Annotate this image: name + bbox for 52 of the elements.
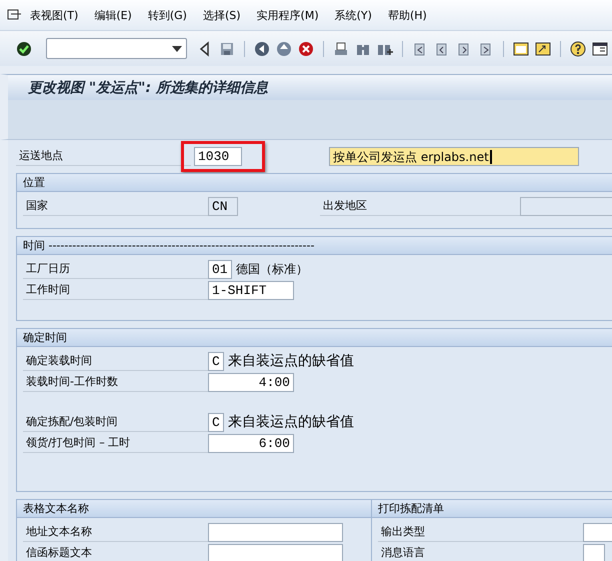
field-label: 装载时间-工作时数 — [23, 372, 208, 392]
group-title: 确定时间 — [17, 329, 612, 347]
description-field[interactable]: 按单公司发运点 erplabs.net — [329, 146, 579, 166]
menu-item[interactable]: 实用程序(M) — [248, 8, 327, 22]
group-title: 表格文本名称 — [17, 500, 371, 518]
menu-item[interactable]: 帮助(H) — [380, 8, 435, 22]
shortcut-icon[interactable] — [535, 40, 551, 56]
input-field[interactable]: 6:00 — [208, 434, 294, 452]
input-field[interactable]: 4:00 — [208, 372, 294, 392]
field-label: 确定装载时间 — [23, 352, 208, 370]
field-label: 输出类型 — [378, 522, 583, 542]
back-icon[interactable] — [254, 40, 270, 56]
menu-item[interactable]: 转到(G) — [140, 8, 195, 22]
layout-icon[interactable] — [592, 40, 608, 56]
input-field[interactable]: 1-SHIFT — [208, 280, 294, 300]
screen-title: 更改视图 "发运点": 所选集的详细信息 — [28, 78, 268, 96]
input-field[interactable]: 01 — [208, 260, 232, 278]
field-description: 来自装运点的缺省值 — [228, 352, 354, 370]
save-icon[interactable] — [219, 40, 235, 56]
input-field[interactable] — [583, 544, 605, 561]
input-field[interactable]: CN — [208, 196, 238, 216]
menu-item[interactable]: 选择(S) — [194, 8, 249, 22]
input-field[interactable] — [208, 544, 343, 561]
input-field[interactable] — [520, 196, 612, 216]
field-label: 工厂日历 — [23, 260, 208, 278]
input-field[interactable]: C — [208, 352, 224, 370]
command-field[interactable] — [46, 38, 187, 59]
group-title: 时间 ------------------------------------------------------------------- — [17, 237, 612, 255]
check-icon[interactable] — [16, 40, 32, 56]
field-description: 来自装运点的缺省值 — [228, 413, 354, 431]
group-title: 位置 — [17, 174, 612, 192]
input-field[interactable] — [208, 522, 343, 542]
field-description: 德国（标准） — [236, 260, 308, 278]
up-icon[interactable] — [276, 40, 292, 56]
group-title: 打印拣配清单 — [372, 500, 612, 518]
field-label: 确定拣配/包装时间 — [23, 412, 208, 432]
field-label: 领货/打包时间 – 工时 — [23, 434, 208, 452]
menu-item[interactable]: 系统(Y) — [326, 8, 380, 22]
field-label: 地址文本名称 — [23, 522, 208, 542]
field-label: 工作时间 — [23, 280, 208, 300]
new-window-icon[interactable] — [513, 40, 529, 56]
input-field[interactable]: C — [208, 412, 224, 432]
print-icon[interactable] — [333, 40, 349, 56]
menu-item[interactable]: 编辑(E) — [86, 8, 140, 22]
input-field[interactable]: 1030 — [194, 146, 242, 166]
cancel-icon[interactable] — [298, 40, 314, 56]
field-label: 国家 — [23, 196, 208, 216]
help-icon[interactable] — [570, 40, 586, 56]
menu-item[interactable]: 表视图(T) — [22, 8, 86, 22]
field-label: 出发地区 — [320, 196, 520, 216]
field-label: 运送地点 — [16, 146, 191, 166]
dropdown-icon[interactable] — [172, 46, 182, 52]
